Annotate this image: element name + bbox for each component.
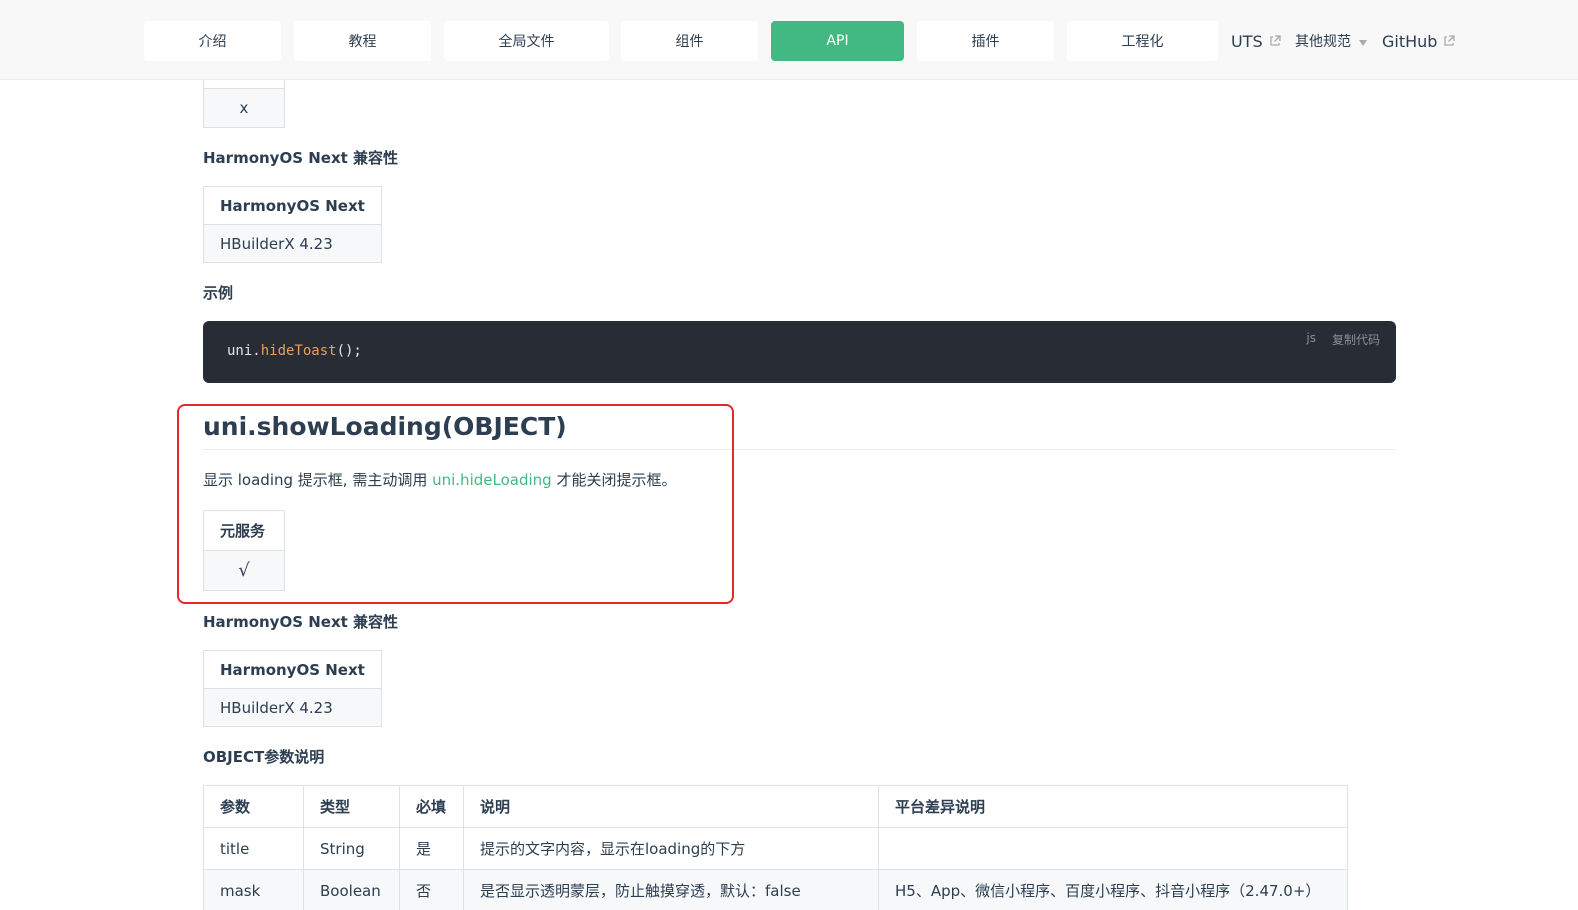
desc-text: 才能关闭提示框。	[551, 471, 677, 489]
copy-code-button[interactable]: 复制代码	[1332, 331, 1380, 348]
top-navbar: 介绍 教程 全局文件 组件 API 插件 工程化 UTS 其他规范 GitHub	[0, 0, 1578, 80]
code-text: uni.hideToast();	[227, 343, 362, 359]
table-header-cell: 参数	[203, 785, 304, 828]
section-title-divider	[203, 449, 1396, 450]
harmony-compat-heading: HarmonyOS Next 兼容性	[203, 149, 399, 167]
nav-item-engineering[interactable]: 工程化	[1067, 21, 1218, 61]
table-cell: x	[203, 88, 285, 128]
nav-item-global-files[interactable]: 全局文件	[444, 21, 609, 61]
section-description: 显示 loading 提示框, 需主动调用 uni.hideLoading 才能…	[203, 469, 676, 490]
table-cell: √	[203, 550, 285, 591]
nav-link-uts-label: UTS	[1231, 31, 1263, 51]
harmony-compat-table: HarmonyOS Next HBuilderX 4.23	[203, 650, 382, 727]
table-cell: HBuilderX 4.23	[203, 224, 382, 263]
external-link-icon	[1444, 35, 1456, 46]
desc-text: 显示 loading 提示框, 需主动调用	[203, 471, 433, 489]
nav-link-other-specs[interactable]: 其他规范	[1295, 29, 1367, 53]
table-cell: H5、App、微信小程序、百度小程序、抖音小程序（2.47.0+）	[878, 869, 1348, 910]
code-call: ();	[336, 343, 362, 359]
code-object: uni.	[227, 343, 261, 359]
table-cell: mask	[203, 869, 304, 910]
params-table: 参数 类型 必填 说明 平台差异说明 title String 是 提示的文字内…	[203, 785, 1348, 910]
table-header-row: 参数 类型 必填 说明 平台差异说明	[203, 785, 1348, 828]
table-cell: Boolean	[303, 869, 400, 910]
table-row: mask Boolean 否 是否显示透明蒙层，防止触摸穿透，默认：false …	[203, 869, 1348, 910]
table-cell: String	[303, 827, 400, 870]
section-title: uni.showLoading(OBJECT)	[203, 412, 567, 441]
nav-link-other-specs-label: 其他规范	[1295, 34, 1351, 50]
params-heading: OBJECT参数说明	[203, 748, 325, 766]
hide-loading-link[interactable]: uni.hideLoading	[432, 471, 552, 489]
table-cell: 是否显示透明蒙层，防止触摸穿透，默认：false	[463, 869, 879, 910]
service-table: 元服务 √	[203, 510, 285, 591]
nav-item-plugins[interactable]: 插件	[917, 21, 1054, 61]
table-header-cell: 平台差异说明	[878, 785, 1348, 828]
caret-down-icon	[1359, 39, 1367, 46]
nav-item-components[interactable]: 组件	[621, 21, 758, 61]
external-link-icon	[1269, 35, 1281, 46]
nav-link-github[interactable]: GitHub	[1382, 29, 1456, 53]
table-row: title String 是 提示的文字内容，显示在loading的下方	[203, 827, 1348, 870]
table-cell: HBuilderX 4.23	[203, 688, 382, 727]
nav-item-intro[interactable]: 介绍	[144, 21, 281, 61]
main-content: x HarmonyOS Next 兼容性 HarmonyOS Next HBui…	[0, 68, 1578, 910]
table-cell: title	[203, 827, 304, 870]
table-cell: 否	[399, 869, 464, 910]
table-header-cell: 必填	[399, 785, 464, 828]
nav-link-uts[interactable]: UTS	[1231, 29, 1282, 53]
code-function: hideToast	[260, 343, 337, 359]
table-header-cell: 类型	[303, 785, 400, 828]
table-cell: 提示的文字内容，显示在loading的下方	[463, 827, 879, 870]
table-header-cell: HarmonyOS Next	[203, 186, 382, 225]
example-heading: 示例	[203, 284, 234, 302]
table-header-cell: 说明	[463, 785, 879, 828]
harmony-compat-table: HarmonyOS Next HBuilderX 4.23	[203, 186, 382, 263]
harmony-compat-heading: HarmonyOS Next 兼容性	[203, 613, 399, 631]
table-cell	[878, 827, 1348, 870]
code-lang-label: js	[1306, 331, 1316, 345]
code-block: uni.hideToast(); js 复制代码	[203, 321, 1396, 383]
nav-link-github-label: GitHub	[1382, 31, 1438, 51]
table-header-cell: HarmonyOS Next	[203, 650, 382, 689]
nav-item-api[interactable]: API	[771, 21, 904, 61]
table-header-cell: 元服务	[203, 510, 285, 551]
table-cell: 是	[399, 827, 464, 870]
nav-item-tutorial[interactable]: 教程	[294, 21, 431, 61]
